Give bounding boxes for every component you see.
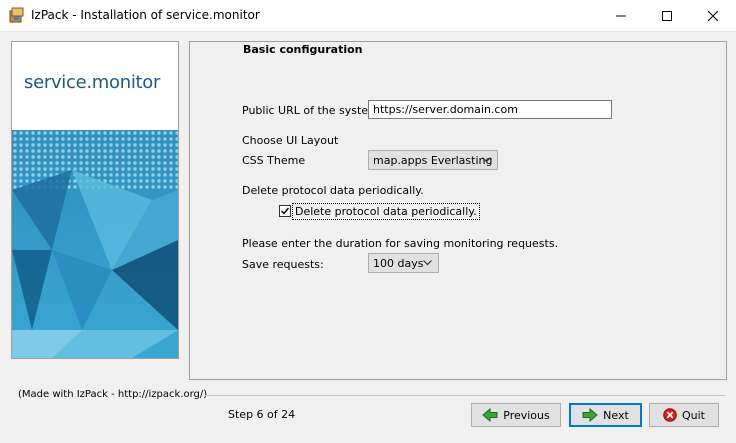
checkmark-icon: [281, 207, 290, 215]
url-input[interactable]: https://server.domain.com: [368, 100, 612, 119]
window-title: IzPack - Installation of service.monitor: [31, 8, 260, 22]
step-indicator: Step 6 of 24: [228, 408, 296, 421]
delete-section-label: Delete protocol data periodically.: [242, 184, 424, 197]
chevron-down-icon: [423, 260, 432, 266]
installer-side-image: service.monitor: [11, 41, 179, 359]
decorative-artwork: [12, 130, 178, 358]
css-theme-value: map.apps Everlasting: [373, 153, 493, 167]
maximize-button[interactable]: [644, 0, 690, 31]
minimize-button[interactable]: [598, 0, 644, 31]
arrow-right-icon: [582, 408, 598, 422]
save-requests-value: 100 days: [373, 256, 424, 270]
title-bar: IzPack - Installation of service.monitor: [0, 0, 736, 32]
previous-button[interactable]: Previous: [471, 403, 561, 427]
save-requests-dropdown[interactable]: 100 days: [368, 253, 439, 273]
section-title: Basic configuration: [243, 43, 363, 56]
next-label: Next: [603, 408, 629, 422]
maximize-icon: [662, 10, 672, 21]
quit-icon: [663, 408, 677, 422]
made-with-text: (Made with IzPack - http://izpack.org/): [18, 389, 208, 400]
delete-protocol-checkbox-label[interactable]: Delete protocol data periodically.: [292, 203, 480, 220]
ui-layout-label: Choose UI Layout: [242, 134, 339, 147]
brand-logo: service.monitor: [24, 72, 161, 93]
arrow-left-icon: [482, 408, 498, 422]
close-button[interactable]: [690, 0, 736, 31]
url-label: Public URL of the system:: [242, 104, 383, 117]
footer-divider: [205, 395, 725, 396]
chevron-down-icon: [482, 157, 491, 163]
css-theme-label: CSS Theme: [242, 154, 306, 167]
delete-protocol-checkbox[interactable]: [279, 205, 291, 217]
next-button[interactable]: Next: [569, 403, 642, 427]
configuration-panel: Basic configuration Public URL of the sy…: [189, 41, 727, 380]
css-theme-dropdown[interactable]: map.apps Everlasting: [368, 150, 498, 170]
previous-label: Previous: [503, 408, 550, 422]
izpack-icon: [9, 7, 25, 23]
duration-label: Please enter the duration for saving mon…: [242, 237, 559, 250]
quit-button[interactable]: Quit: [649, 403, 719, 427]
save-requests-label: Save requests:: [242, 258, 324, 271]
quit-label: Quit: [682, 408, 705, 422]
close-icon: [708, 10, 718, 21]
minimize-icon: [616, 15, 626, 16]
